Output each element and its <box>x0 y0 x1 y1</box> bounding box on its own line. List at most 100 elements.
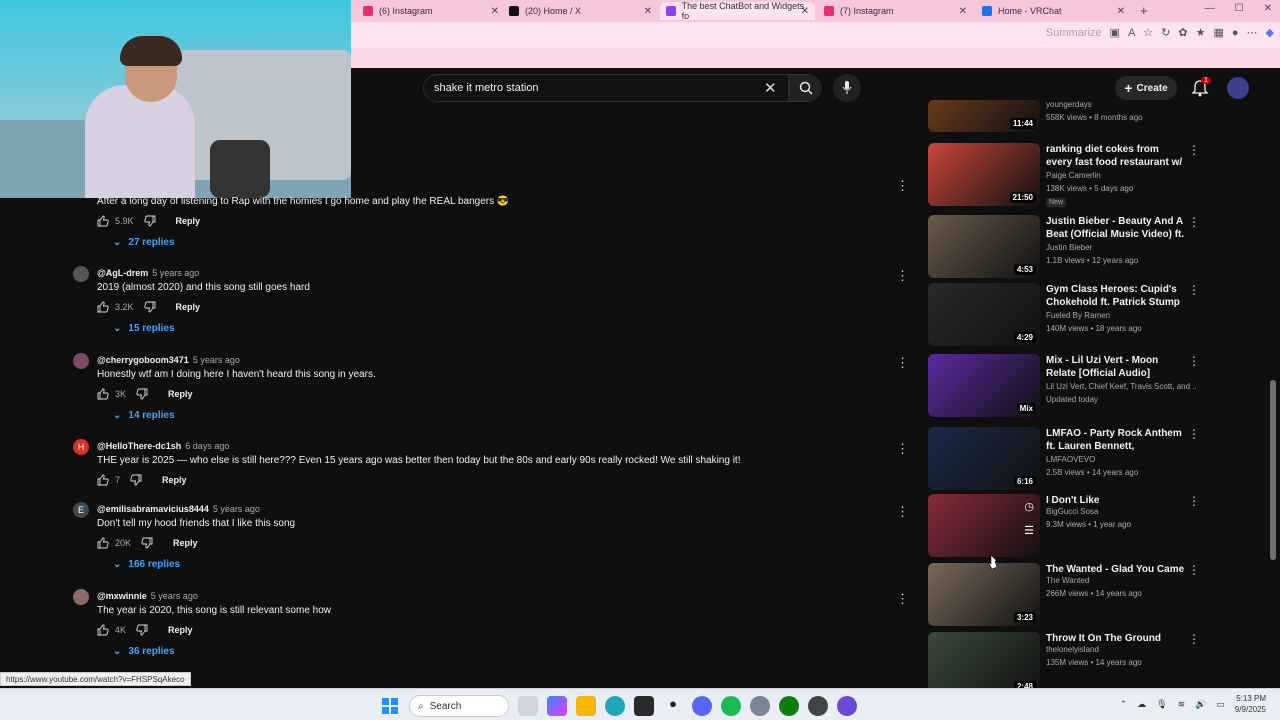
xbox-icon[interactable] <box>779 696 799 716</box>
comment-menu-icon[interactable]: ⋮ <box>896 355 909 371</box>
related-video[interactable]: 21:50 ranking diet cokes from every fast … <box>928 143 1268 207</box>
obs-icon[interactable] <box>808 696 828 716</box>
comment-avatar[interactable] <box>73 353 89 369</box>
video-menu-icon[interactable]: ⋮ <box>1188 563 1200 577</box>
video-thumbnail[interactable]: 6:16 <box>928 427 1040 490</box>
reader-icon[interactable]: ▣ <box>1110 26 1120 39</box>
video-title[interactable]: The Wanted - Glad You Came <box>1046 563 1186 576</box>
browser-tab-5[interactable]: Home - VRChat ✕ <box>976 2 1131 20</box>
view-replies-button[interactable]: ⌄ 166 replies <box>113 559 180 570</box>
video-title[interactable]: Mix - Lil Uzi Vert - Moon Relate [Offici… <box>1046 354 1186 380</box>
search-input[interactable]: shake it metro station <box>434 82 539 94</box>
copilot-app-icon[interactable] <box>547 696 567 716</box>
battery-icon[interactable]: ▭ <box>1216 699 1225 710</box>
create-button[interactable]: + Create <box>1115 76 1177 100</box>
read-aloud-icon[interactable]: A <box>1128 27 1135 39</box>
close-window-icon[interactable]: ✕ <box>1264 3 1272 14</box>
comment-age[interactable]: 5 years ago <box>213 504 260 514</box>
view-replies-button[interactable]: ⌄ 36 replies <box>113 646 175 657</box>
thumbs-up-icon[interactable] <box>97 301 109 313</box>
thumbs-down-icon[interactable] <box>141 537 153 549</box>
thumbs-down-icon[interactable] <box>143 215 156 227</box>
task-view-icon[interactable] <box>518 696 538 716</box>
video-title[interactable]: LMFAO - Party Rock Anthem ft. Lauren Ben… <box>1046 427 1186 454</box>
related-video[interactable]: 4:29 Gym Class Heroes: Cupid's Chokehold … <box>928 283 1268 347</box>
refresh-icon[interactable]: ↻ <box>1161 26 1170 39</box>
reply-button[interactable]: Reply <box>176 302 201 312</box>
video-thumbnail[interactable]: 21:50 <box>928 143 1040 206</box>
comment-avatar[interactable] <box>73 266 89 282</box>
video-menu-icon[interactable]: ⋮ <box>1188 632 1200 646</box>
comment-author-name[interactable]: @AgL-drem <box>97 268 148 278</box>
reply-button[interactable]: Reply <box>173 538 198 548</box>
video-channel[interactable]: Justin Bieber <box>1046 243 1196 252</box>
thumbs-down-icon[interactable] <box>136 388 148 400</box>
comment-age[interactable]: 5 years ago <box>151 591 198 601</box>
thumbs-down-icon[interactable] <box>130 474 142 486</box>
video-channel[interactable]: BigGucci Sosa <box>1046 507 1196 516</box>
reply-button[interactable]: Reply <box>162 475 187 485</box>
view-replies-button[interactable]: ⌄ 14 replies <box>113 410 175 421</box>
thumbs-down-icon[interactable] <box>143 301 156 313</box>
edge-icon[interactable] <box>605 696 625 716</box>
video-title[interactable]: Throw It On The Ground <box>1046 632 1186 645</box>
related-video[interactable]: 3:23 The Wanted - Glad You Came The Wanted… <box>928 563 1268 627</box>
related-video[interactable]: 2:48 Throw It On The Ground thelonelyislan… <box>928 632 1268 696</box>
clear-search-icon[interactable]: ✕ <box>764 79 777 97</box>
file-explorer-icon[interactable] <box>576 696 596 716</box>
related-video[interactable]: Mix Mix - Lil Uzi Vert - Moon Relate [Off… <box>928 354 1268 418</box>
browser-tab-1[interactable]: (6) Instagram ✕ <box>357 2 505 20</box>
reply-button[interactable]: Reply <box>168 389 193 399</box>
volume-icon[interactable]: 🔊 <box>1195 699 1206 710</box>
comment-menu-icon[interactable]: ⋮ <box>896 504 909 520</box>
video-channel[interactable]: The Wanted <box>1046 576 1196 585</box>
video-title[interactable]: I Don't Like <box>1046 494 1186 507</box>
wifi-icon[interactable]: ≋ <box>1178 699 1186 710</box>
profile-icon[interactable]: ● <box>1232 27 1239 39</box>
new-tab-icon[interactable]: + <box>1140 3 1148 18</box>
comment-author[interactable]: @emilisabramavicius8444 5 years ago <box>97 504 260 514</box>
comment-author-name[interactable]: @HelloThere-dc1sh <box>97 441 181 451</box>
page-scrollbar[interactable] <box>1268 70 1278 686</box>
thumbs-up-icon[interactable] <box>97 537 109 549</box>
video-menu-icon[interactable]: ⋮ <box>1188 354 1200 368</box>
search-button[interactable] <box>788 75 822 101</box>
video-title[interactable]: Justin Bieber - Beauty And A Beat (Offic… <box>1046 215 1186 242</box>
video-channel[interactable]: LMFAOVEVO <box>1046 455 1196 464</box>
add-to-queue-icon[interactable]: ☰ <box>1024 524 1034 537</box>
browser-tab-2[interactable]: (20) Home / X ✕ <box>503 2 658 20</box>
search-box[interactable]: shake it metro station ✕ <box>423 74 822 102</box>
account-avatar[interactable] <box>1227 77 1249 99</box>
collections-icon[interactable]: ▦ <box>1213 26 1223 39</box>
minimize-icon[interactable]: — <box>1205 3 1215 14</box>
video-channel[interactable]: Lil Uzi Vert, Chief Keef, Travis Scott, … <box>1046 382 1196 391</box>
alien-app-icon[interactable]: ● <box>663 696 683 716</box>
comment-avatar[interactable]: E <box>73 502 89 518</box>
microphone-icon[interactable]: 🎙 <box>1156 699 1167 710</box>
voice-search-button[interactable] <box>833 74 861 102</box>
scrollbar-thumb[interactable] <box>1270 380 1276 560</box>
video-menu-icon[interactable]: ⋮ <box>1188 143 1200 157</box>
comment-age[interactable]: 5 years ago <box>152 268 199 278</box>
comment-menu-icon[interactable]: ⋮ <box>896 591 909 607</box>
comment-avatar[interactable] <box>73 589 89 605</box>
spotify-icon[interactable] <box>721 696 741 716</box>
thumbs-up-icon[interactable] <box>97 215 109 227</box>
video-menu-icon[interactable]: ⋮ <box>1188 215 1200 229</box>
related-video[interactable]: 6:16 LMFAO - Party Rock Anthem ft. Lauren… <box>928 427 1268 491</box>
video-channel[interactable]: Fueled By Ramen <box>1046 311 1196 320</box>
comment-author-name[interactable]: @mxwinnie <box>97 591 147 601</box>
summarize-hint[interactable]: Summarize <box>1046 27 1102 39</box>
video-thumbnail[interactable]: ◷ ☰ <box>928 494 1040 557</box>
more-menu-icon[interactable]: ⋯ <box>1247 26 1258 39</box>
view-replies-button[interactable]: ⌄ 27 replies <box>113 237 175 248</box>
thumbs-down-icon[interactable] <box>136 624 148 636</box>
video-menu-icon[interactable]: ⋮ <box>1188 494 1200 508</box>
settings-icon[interactable] <box>750 696 770 716</box>
favorites-icon[interactable]: ★ <box>1196 26 1206 39</box>
app-icon[interactable] <box>837 696 857 716</box>
video-channel[interactable]: Paige Camerlin <box>1046 171 1196 180</box>
comment-author-name[interactable]: @cherrygoboom3471 <box>97 355 189 365</box>
close-tab-icon[interactable]: ✕ <box>644 6 652 17</box>
related-video[interactable]: 4:53 Justin Bieber - Beauty And A Beat (O… <box>928 215 1268 279</box>
